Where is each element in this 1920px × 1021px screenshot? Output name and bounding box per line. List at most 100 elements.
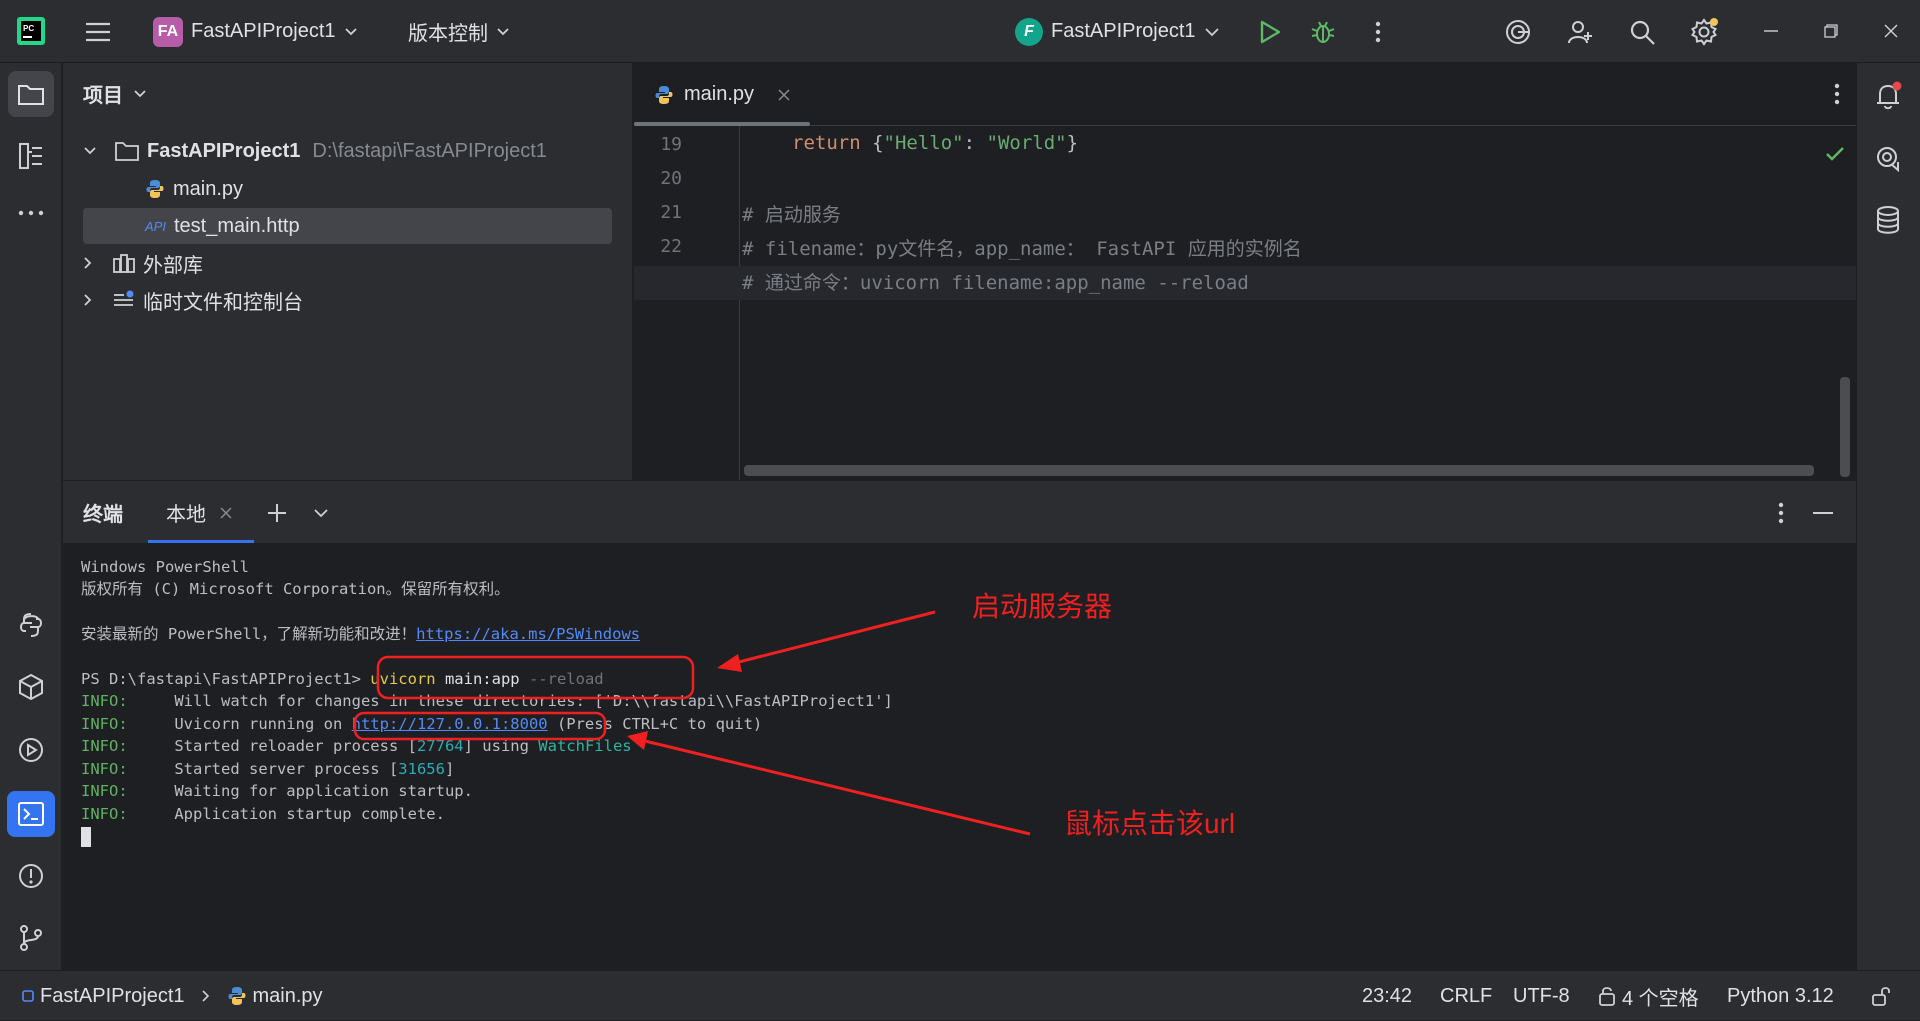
project-tool-window: 项目 FastAPIProject1 D:\fastapi\FastAPIPro…: [63, 63, 633, 480]
python-file-icon: [146, 180, 164, 198]
caret-position[interactable]: 23:42: [1362, 971, 1412, 1021]
terminal-dropdown-icon[interactable]: [305, 497, 337, 529]
terminal-output[interactable]: Windows PowerShell 版权所有 (C) Microsoft Co…: [63, 543, 1856, 970]
debug-icon[interactable]: [1307, 16, 1339, 48]
project-tool-folder-icon[interactable]: [8, 71, 54, 117]
git-branch-icon[interactable]: [8, 915, 54, 961]
close-tab-icon[interactable]: [778, 88, 790, 101]
watchfiles-text: WatchFiles: [538, 737, 632, 755]
horizontal-scrollbar[interactable]: [744, 465, 1814, 476]
minimize-icon[interactable]: [1756, 16, 1786, 46]
pycharm-logo-icon[interactable]: PC: [14, 14, 48, 48]
log-text: Started reloader process [: [127, 737, 417, 755]
info-label: INFO:: [81, 692, 128, 710]
indent-setting[interactable]: 4 个空格: [1598, 971, 1699, 1021]
code-view[interactable]: return {"Hello": "World"} # 启动服务 # filen…: [634, 126, 1856, 480]
search-icon[interactable]: [1624, 14, 1660, 50]
log-text: Waiting for application startup.: [127, 782, 473, 800]
chevron-down-icon[interactable]: [83, 146, 97, 156]
main-menu-icon[interactable]: [80, 14, 116, 50]
close-tab-icon[interactable]: [220, 506, 232, 519]
tree-scratches-row[interactable]: 临时文件和控制台: [83, 282, 612, 318]
terminal-tab-label: 本地: [166, 504, 206, 526]
python-packages-icon[interactable]: [8, 664, 54, 710]
database-icon[interactable]: [1865, 197, 1911, 243]
project-switcher[interactable]: FA FastAPIProject1: [153, 0, 358, 63]
run-config-selector[interactable]: F FastAPIProject1: [1015, 0, 1220, 63]
vcs-label: 版本控制: [408, 23, 488, 45]
file-name: main.py: [173, 177, 244, 200]
services-icon[interactable]: [8, 727, 54, 773]
terminal-log-line: INFO: Application startup complete.: [81, 803, 445, 825]
project-panel-header[interactable]: 项目: [83, 79, 147, 108]
terminal-tab-local[interactable]: 本地: [148, 481, 254, 544]
chevron-right-icon[interactable]: [83, 293, 93, 307]
vertical-scrollbar[interactable]: [1840, 377, 1850, 477]
ai-assistant-icon[interactable]: [1500, 14, 1536, 50]
tree-file-row[interactable]: main.py: [83, 171, 612, 207]
editor-options-icon[interactable]: [1822, 79, 1852, 109]
brace-close: }: [1066, 132, 1079, 154]
chevron-down-icon: [497, 27, 509, 35]
log-text: Will watch for changes in these director…: [127, 692, 893, 710]
comment-line-23[interactable]: # 通过命令：uvicorn filename:app_name --reloa…: [742, 268, 1249, 295]
tree-external-libs-row[interactable]: 外部库: [83, 245, 612, 281]
editor-tab-bar: main.py: [634, 63, 1856, 126]
breadcrumb-project[interactable]: FastAPIProject1: [40, 985, 185, 1008]
notifications-icon[interactable]: [1865, 73, 1911, 119]
python-console-icon[interactable]: [8, 602, 54, 648]
terminal-icon[interactable]: [7, 791, 55, 837]
scratches-label: 临时文件和控制台: [143, 291, 303, 314]
log-text: Application startup complete.: [127, 805, 445, 823]
log-text: Uvicorn running on: [127, 715, 352, 733]
info-label: INFO:: [81, 737, 128, 755]
line-ending[interactable]: CRLF: [1440, 971, 1492, 1021]
python-interpreter[interactable]: Python 3.12: [1727, 971, 1834, 1021]
more-tools-icon[interactable]: [8, 193, 54, 233]
structure-icon[interactable]: [8, 133, 54, 179]
api-file-icon: API: [145, 218, 166, 234]
editor-tab-main-py[interactable]: main.py: [654, 63, 790, 126]
root-folder-name: FastAPIProject1: [147, 139, 301, 162]
breadcrumb[interactable]: FastAPIProject1 main.py: [22, 971, 323, 1021]
tab-label: main.py: [684, 83, 755, 105]
readonly-toggle-icon[interactable]: [1866, 981, 1896, 1011]
right-tool-window-bar: [1856, 63, 1920, 970]
log-text: ]: [444, 760, 455, 778]
terminal-options-icon[interactable]: [1765, 497, 1797, 529]
terminal-cursor: [81, 827, 91, 847]
close-window-icon[interactable]: [1876, 16, 1906, 46]
editor-area: main.py 19 20 21 22 23 return {"Hello": …: [634, 63, 1856, 480]
code-line-19[interactable]: return {"Hello": "World"}: [792, 132, 1078, 154]
problems-icon[interactable]: [8, 853, 54, 899]
chevron-right-icon[interactable]: [83, 256, 93, 270]
ai-chat-icon[interactable]: [1865, 135, 1911, 181]
restore-icon[interactable]: [1816, 16, 1846, 46]
tree-root-row[interactable]: FastAPIProject1 D:\fastapi\FastAPIProjec…: [83, 133, 612, 169]
run-icon[interactable]: [1254, 16, 1286, 48]
more-actions-icon[interactable]: [1362, 16, 1394, 48]
pswindows-link[interactable]: https://aka.ms/PSWindows: [416, 625, 640, 643]
hide-panel-icon[interactable]: [1807, 497, 1839, 529]
vcs-menu[interactable]: 版本控制: [408, 0, 510, 63]
run-config-name: FastAPIProject1: [1051, 20, 1196, 42]
no-problems-check-icon[interactable]: [1822, 141, 1848, 167]
project-name: FastAPIProject1: [191, 20, 336, 42]
terminal-line: 版权所有 (C) Microsoft Corporation。保留所有权利。: [81, 580, 510, 598]
add-user-icon[interactable]: [1562, 14, 1598, 50]
new-terminal-icon[interactable]: [261, 497, 293, 529]
library-icon: [113, 254, 135, 273]
comment-line-22[interactable]: # filename：py文件名，app_name： FastAPI 应用的实例…: [742, 234, 1302, 261]
string-hello: "Hello": [883, 132, 964, 154]
server-url-link[interactable]: http://127.0.0.1:8000: [352, 715, 548, 733]
file-encoding[interactable]: UTF-8: [1513, 971, 1570, 1021]
info-label: INFO:: [81, 782, 128, 800]
tree-file-row-selected[interactable]: API test_main.http: [83, 208, 612, 244]
terminal-log-line: INFO: Uvicorn running on http://127.0.0.…: [81, 713, 762, 735]
breadcrumb-file[interactable]: main.py: [253, 985, 323, 1008]
command-args: main:app: [435, 670, 529, 688]
terminal-log-line: INFO: Will watch for changes in these di…: [81, 690, 893, 712]
indent-label: 4 个空格: [1622, 987, 1699, 1010]
comment-line-21[interactable]: # 启动服务: [742, 200, 841, 227]
settings-icon[interactable]: [1686, 14, 1722, 50]
